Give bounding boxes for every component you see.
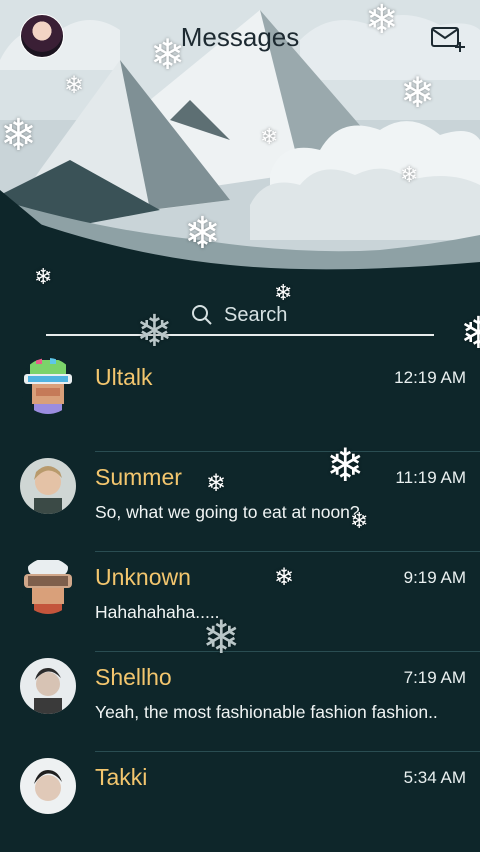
- snowflake-icon: ❄: [184, 209, 221, 258]
- snowflake-icon: ❄: [274, 280, 293, 305]
- snowflake-icon: ❄: [365, 0, 399, 42]
- conversation-row[interactable]: Ultalk 12:19 AM: [0, 352, 480, 452]
- snowflake-icon: ❄: [150, 31, 186, 78]
- search-label: Search: [224, 304, 288, 326]
- snowflake-icon: ❄: [460, 309, 480, 358]
- snowflake-icon: ❄: [274, 564, 295, 591]
- snowflake-icon: ❄: [260, 124, 279, 149]
- conversation-row[interactable]: Takki 5:34 AM: [0, 752, 480, 852]
- snowflake-icon: ❄: [202, 611, 241, 663]
- message-time: 11:19 AM: [395, 468, 466, 487]
- message-time: 9:19 AM: [403, 568, 466, 587]
- snowflake-icon: ❄: [326, 439, 365, 491]
- message-preview: Hahahahaha.....: [95, 602, 220, 622]
- snowflake-icon: ❄: [64, 72, 85, 99]
- photo-avatar: [20, 658, 76, 714]
- robot-avatar: [20, 358, 76, 414]
- snowflake-icon: ❄: [400, 69, 436, 116]
- search-bar[interactable]: Search: [46, 298, 434, 336]
- photo-avatar: [20, 458, 76, 514]
- goggle-avatar: [20, 558, 76, 614]
- photo-avatar: [20, 758, 76, 814]
- message-preview: So, what we going to eat at noon?: [95, 502, 360, 522]
- contact-name: Ultalk: [95, 364, 153, 390]
- conversation-row[interactable]: Shellho 7:19 AM Yeah, the most fashionab…: [0, 652, 480, 752]
- snowflake-icon: ❄: [350, 508, 369, 533]
- search-icon: [191, 304, 213, 326]
- message-preview: Yeah, the most fashionable fashion fashi…: [95, 702, 438, 722]
- conversation-row[interactable]: Summer 11:19 AM So, what we going to eat…: [0, 452, 480, 552]
- snowflake-icon: ❄: [136, 307, 173, 356]
- snowflake-icon: ❄: [0, 111, 37, 160]
- contact-name: Takki: [95, 764, 148, 790]
- snowflake-icon: ❄: [400, 162, 419, 187]
- new-message-icon[interactable]: [430, 24, 468, 54]
- contact-name: Summer: [95, 464, 182, 490]
- message-time: 7:19 AM: [403, 668, 466, 687]
- message-time: 12:19 AM: [394, 368, 466, 387]
- contact-name: Unknown: [95, 564, 191, 590]
- page-title: Messages: [180, 22, 300, 52]
- snowflake-icon: ❄: [206, 470, 227, 497]
- contact-name: Shellho: [95, 664, 172, 690]
- snowflake-icon: ❄: [34, 264, 53, 289]
- message-time: 5:34 AM: [403, 768, 466, 787]
